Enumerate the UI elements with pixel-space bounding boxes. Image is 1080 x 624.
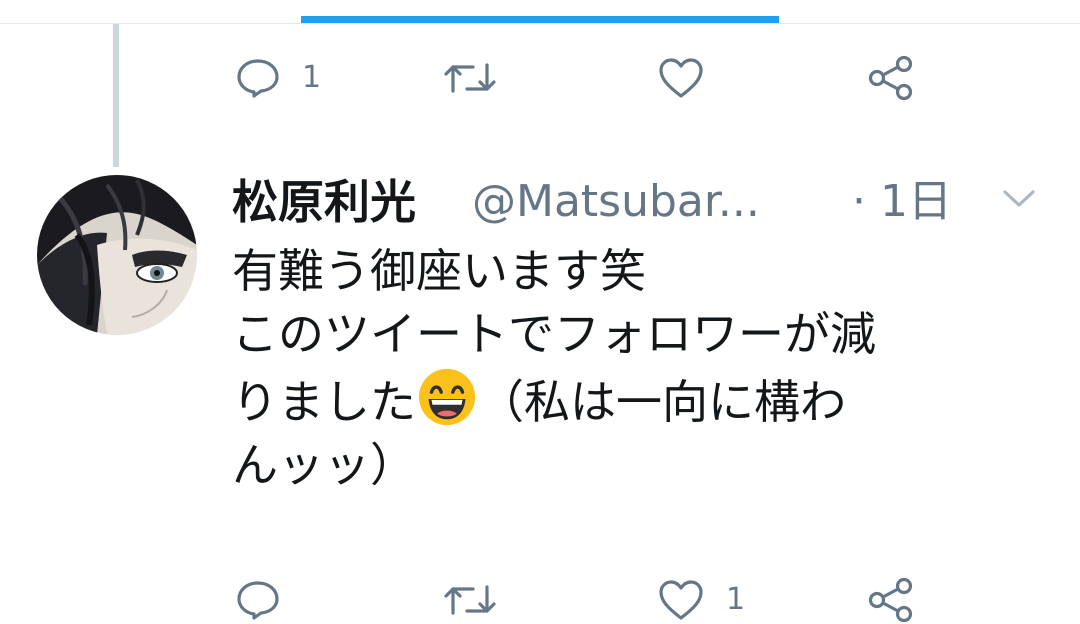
loading-progress-bar bbox=[301, 16, 779, 23]
tweet-text-line: りました （私は一向に構わ bbox=[232, 366, 1062, 434]
avatar[interactable] bbox=[37, 175, 197, 335]
reply-icon bbox=[237, 59, 279, 98]
tweet-header: 松原利光 @Matsubar... · 1日 bbox=[232, 170, 1052, 234]
avatar-illustration bbox=[37, 175, 197, 335]
share-icon bbox=[868, 55, 913, 101]
share-button[interactable] bbox=[867, 570, 915, 624]
user-handle[interactable]: @Matsubar... bbox=[472, 170, 760, 234]
display-name[interactable]: 松原利光 bbox=[232, 170, 416, 234]
like-button[interactable]: 1 bbox=[658, 570, 745, 624]
tweet-text-line: このツイートでフォロワーが減 bbox=[232, 307, 876, 361]
share-icon bbox=[868, 577, 913, 623]
retweet-icon bbox=[444, 585, 496, 615]
reply-count: 1 bbox=[302, 60, 322, 95]
heart-icon bbox=[659, 58, 703, 98]
retweet-icon bbox=[444, 63, 496, 93]
tweet-text: 有難う御座います笑 このツイートでフォロワーが減 りました （私は一向に構わ ん… bbox=[232, 240, 1062, 497]
heart-icon bbox=[659, 580, 703, 620]
retweet-button[interactable] bbox=[444, 48, 518, 108]
tweet-menu-button[interactable] bbox=[1002, 188, 1036, 214]
reply-icon bbox=[237, 581, 279, 620]
tweet-text-segment: りました bbox=[232, 375, 416, 429]
tweet-text-line: んッッ） bbox=[232, 438, 416, 492]
previous-tweet-action-bar: 1 bbox=[0, 48, 1080, 108]
divider bbox=[0, 23, 1080, 24]
tweet-text-line: 有難う御座います笑 bbox=[232, 244, 646, 298]
tweet-action-bar: 1 bbox=[0, 570, 1080, 624]
like-button[interactable] bbox=[658, 48, 726, 108]
reply-button[interactable]: 1 bbox=[236, 48, 321, 108]
tweet-text-segment: （私は一向に構わ bbox=[478, 375, 846, 429]
retweet-button[interactable] bbox=[444, 570, 518, 624]
share-button[interactable] bbox=[867, 48, 915, 108]
like-count: 1 bbox=[726, 582, 746, 617]
grinning-face-emoji bbox=[418, 368, 476, 426]
reply-button[interactable] bbox=[236, 570, 302, 624]
chevron-down-icon bbox=[1003, 190, 1035, 207]
tweet-thread-screen: 1 松原利光 @Matsubar... · 1日 有難う御座います笑 このツイー… bbox=[0, 0, 1080, 624]
tweet-timestamp[interactable]: · 1日 bbox=[852, 170, 952, 234]
